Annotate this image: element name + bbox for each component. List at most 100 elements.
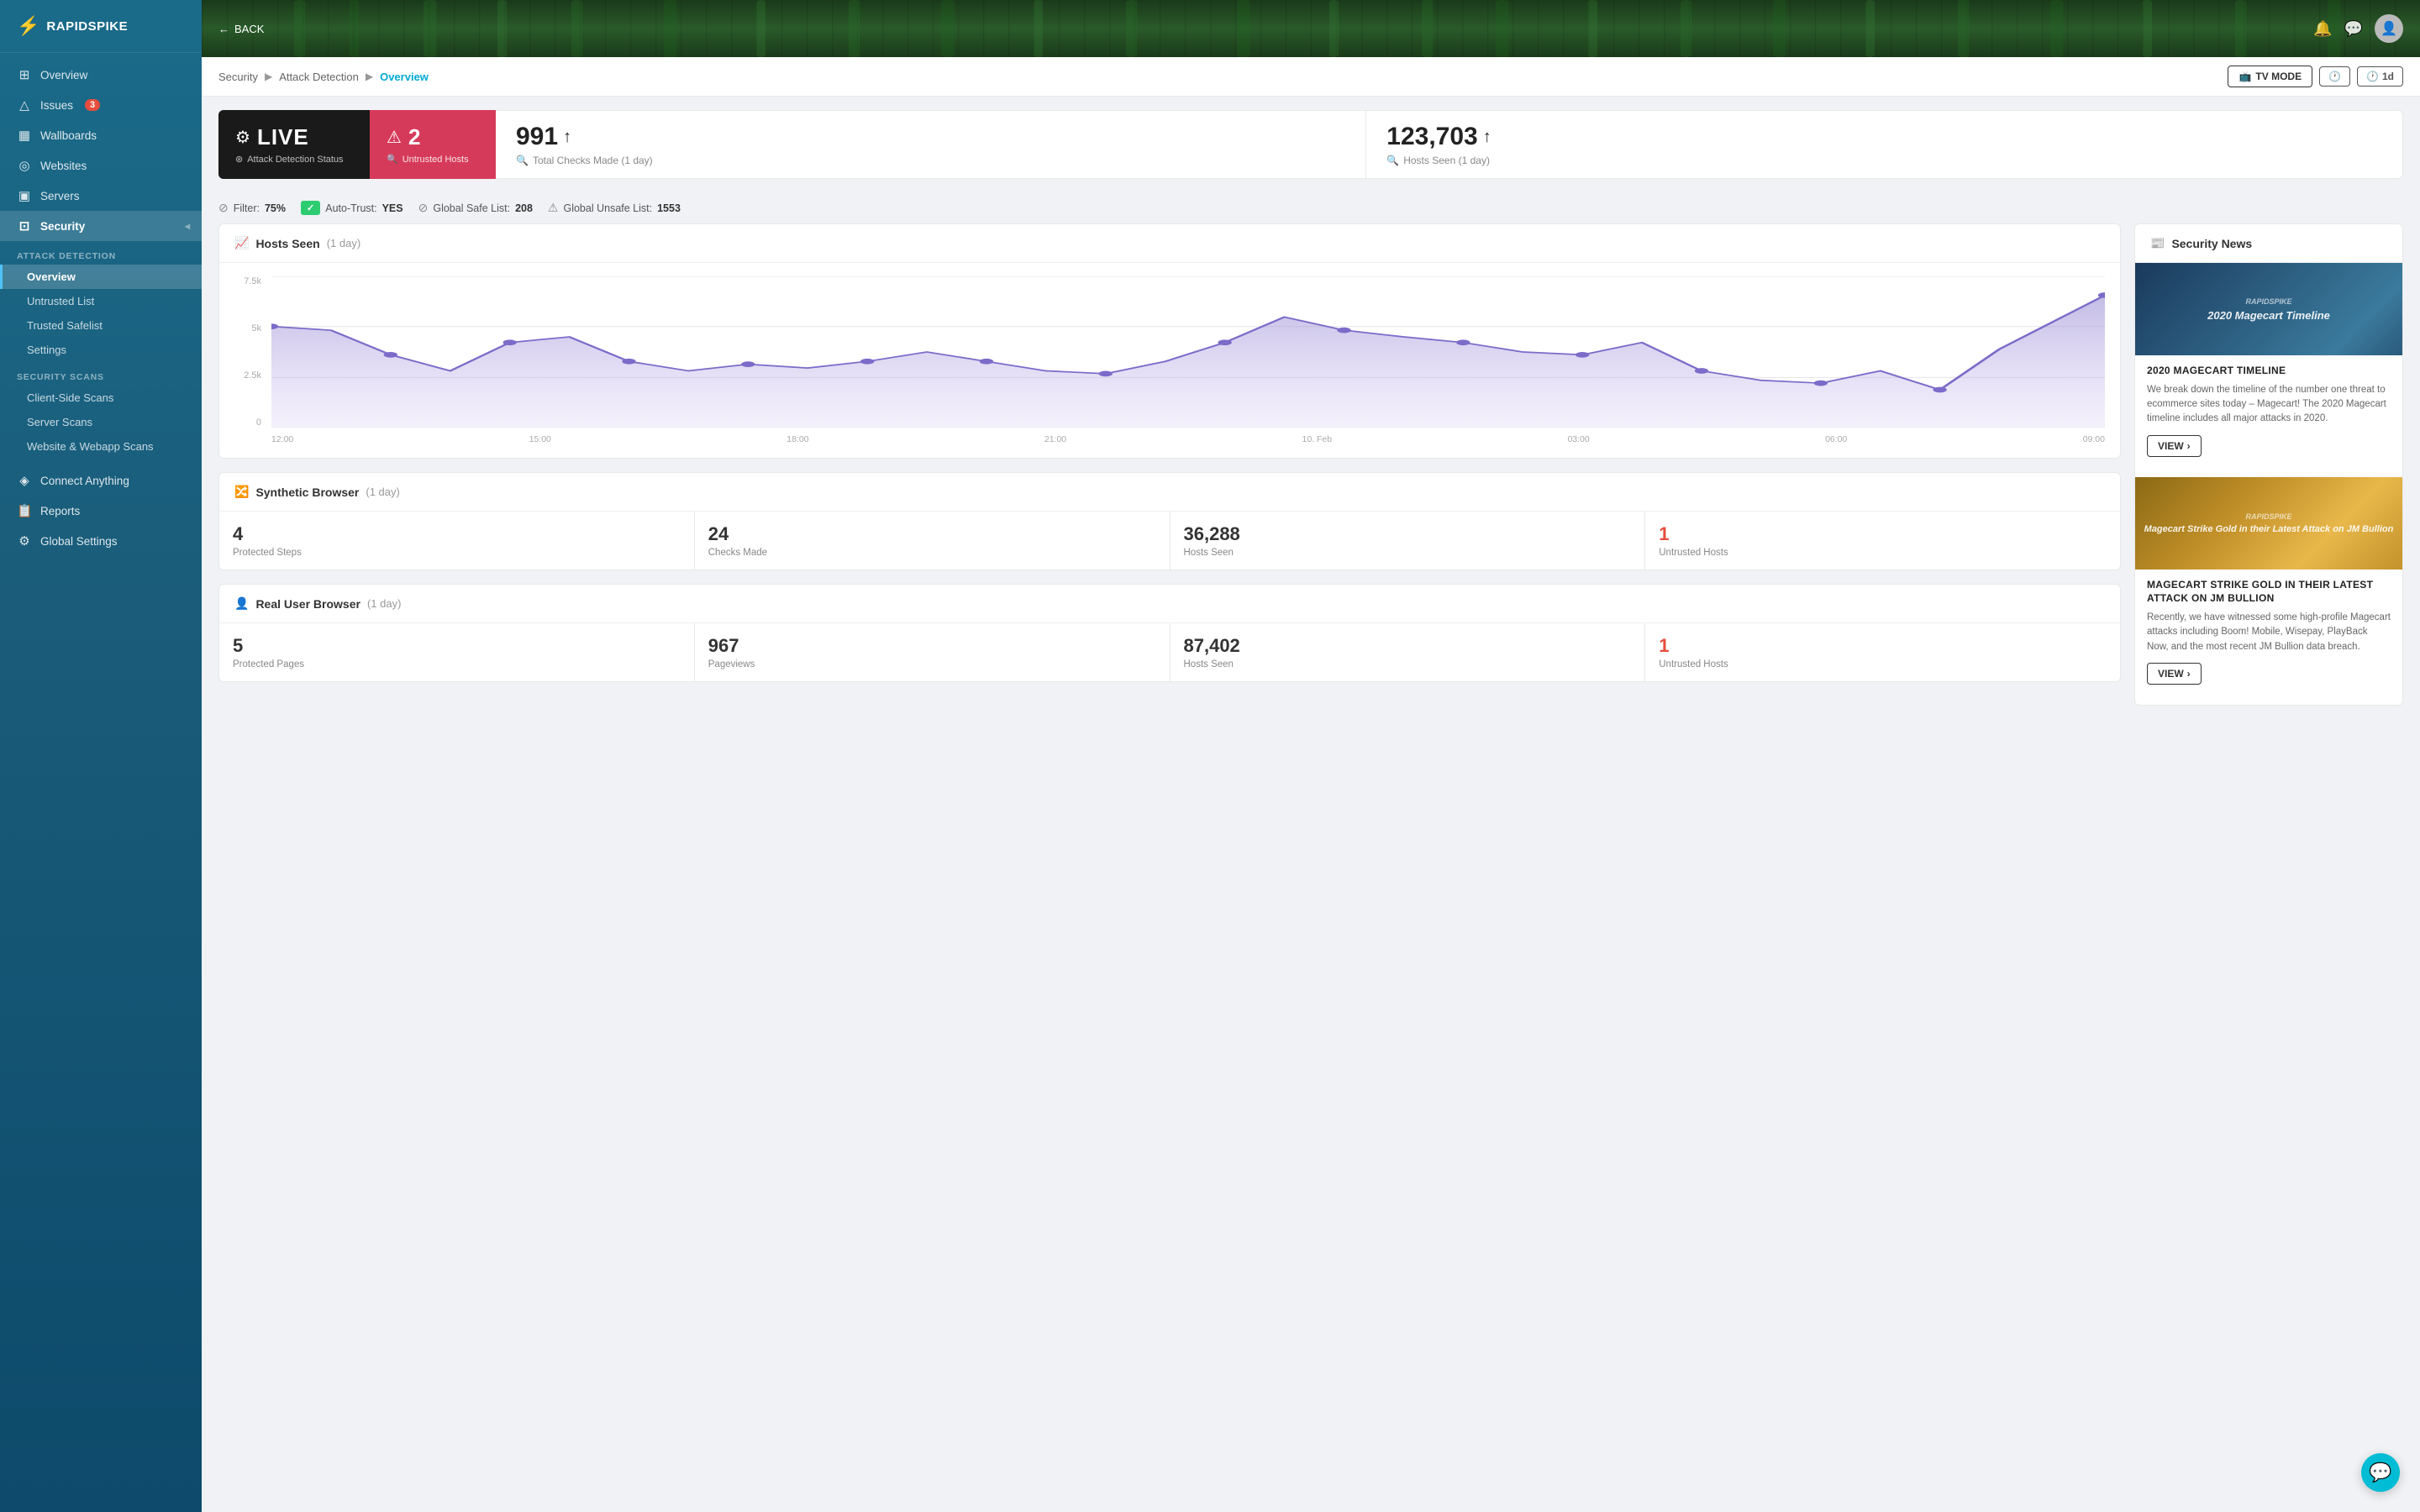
sidebar-item-global-settings[interactable]: ⚙ Global Settings [0,526,202,556]
sidebar-item-ss-server[interactable]: Server Scans [0,410,202,434]
view-label-1: VIEW [2158,440,2184,452]
sidebar-item-label: Issues [40,99,73,112]
search-icon-3: 🔍 [1386,155,1399,166]
rub-untrusted-label: Untrusted Hosts [1659,659,2107,669]
chart-icon: 📈 [234,236,249,250]
real-user-metrics-grid: 5 Protected Pages 967 Pageviews 87,402 H… [219,623,2120,681]
sidebar-item-ss-webapp[interactable]: Website & Webapp Scans [0,434,202,459]
view-article-1-button[interactable]: VIEW › [2147,435,2202,457]
chevron-left-icon: ◂ [185,220,190,232]
logo-text: RAPIDSPIKE [46,19,128,34]
sidebar-item-label: Wallboards [40,129,97,142]
servers-icon: ▣ [17,188,32,203]
chat-icon[interactable]: 💬 [2344,20,2363,38]
sidebar-item-issues[interactable]: △ Issues 3 [0,90,202,120]
synthetic-browser-header: 🔀 Synthetic Browser (1 day) [219,473,2120,512]
chart-yaxis: 7.5k 5k 2.5k 0 [234,276,268,444]
sidebar-item-label: Overview [40,69,87,81]
sidebar-item-reports[interactable]: 📋 Reports [0,496,202,526]
live-label: LIVE [257,124,309,150]
chart-container: 7.5k 5k 2.5k 0 [234,276,2105,444]
breadcrumb-attack-detection[interactable]: Attack Detection [279,71,359,83]
metric-protected-pages: 5 Protected Pages [219,623,694,681]
x-label-1500: 15:00 [529,434,551,444]
tv-icon: 📺 [2238,71,2251,82]
history-button[interactable]: 🕐 [2319,66,2350,87]
alert-sub-label: 🔍 Untrusted Hosts [387,154,479,165]
shield-icon: ⊛ [235,154,243,165]
time-range-button[interactable]: 🕐 1d [2357,66,2403,87]
user-avatar[interactable]: 👤 [2375,14,2403,43]
protected-steps-value: 4 [233,523,681,545]
hosts-seen-card: 123,703 ↑ 🔍 Hosts Seen (1 day) [1366,110,2403,179]
attack-detection-section-label: ATTACK DETECTION [0,241,202,265]
x-label-1800: 18:00 [786,434,808,444]
sidebar-item-ss-client[interactable]: Client-Side Scans [0,386,202,410]
real-user-period: (1 day) [367,597,401,610]
news-article-2: RAPIDSPIKE Magecart Strike Gold in their… [2135,477,2402,705]
news-title-1: 2020 MAGECART TIMELINE [2147,364,2391,378]
synth-untrusted-value: 1 [1659,523,2107,545]
back-button[interactable]: ← BACK [218,23,264,35]
breadcrumb-security[interactable]: Security [218,71,258,83]
notification-bell-icon[interactable]: 🔔 [2313,20,2332,38]
total-checks-value: 991 [516,123,558,151]
sidebar-nav: ⊞ Overview △ Issues 3 ▦ Wallboards ◎ Web… [0,53,202,1512]
news-desc-2: Recently, we have witnessed some high-pr… [2147,611,2391,654]
sidebar-item-label: Global Settings [40,535,118,548]
y-label-25k: 2.5k [234,370,261,381]
websites-icon: ◎ [17,158,32,173]
gear-icon: ⚙ [235,127,250,148]
search-icon: 🔍 [387,154,398,165]
live-status-card: ⚙ LIVE ⊛ Attack Detection Status [218,110,370,179]
global-settings-icon: ⚙ [17,533,32,549]
security-scans-section-label: SECURITY SCANS [0,362,202,386]
chevron-right-icon-2: › [2187,668,2191,680]
browser-icon: 🔀 [234,485,249,499]
safe-list-value: 208 [515,202,533,214]
auto-trust-item: ✓ Auto-Trust: YES [301,201,403,215]
sidebar-item-overview[interactable]: ⊞ Overview [0,60,202,90]
pageviews-label: Pageviews [708,659,1156,669]
warning-icon-2: ⚠ [548,201,559,215]
warning-icon: ⚠ [387,127,402,148]
sidebar-item-servers[interactable]: ▣ Servers [0,181,202,211]
filter-percent-item: ⊘ Filter: 75% [218,201,286,215]
chat-fab-button[interactable]: 💬 [2361,1453,2400,1492]
sidebar-item-websites[interactable]: ◎ Websites [0,150,202,181]
rub-hosts-seen-value: 87,402 [1184,635,1632,657]
x-label-10feb: 10. Feb [1302,434,1333,444]
sidebar-item-ad-untrusted[interactable]: Untrusted List [0,289,202,313]
banner-back-area: ← BACK [218,23,264,35]
wallboards-icon: ▦ [17,128,32,143]
view-article-2-button[interactable]: VIEW › [2147,663,2202,685]
sidebar-item-ad-settings[interactable]: Settings [0,338,202,362]
right-column: 📰 Security News RAPIDSPIKE 2020 Magecart… [2134,223,2403,706]
filter-value: 75% [265,202,286,214]
synthetic-period: (1 day) [366,486,399,498]
chart-svg-area [271,276,2105,428]
y-label-5k: 5k [234,323,261,333]
total-checks-card: 991 ↑ 🔍 Total Checks Made (1 day) [496,110,1366,179]
breadcrumb-overview: Overview [380,71,429,83]
issues-badge: 3 [85,99,100,111]
hosts-seen-label: Hosts Seen (1 day) [1403,155,1490,166]
chart-period: (1 day) [327,237,360,249]
protected-pages-value: 5 [233,635,681,657]
security-icon: ⊡ [17,218,32,234]
news-content-1: 2020 MAGECART TIMELINE We break down the… [2135,355,2402,465]
sidebar-item-ad-trusted[interactable]: Trusted Safelist [0,313,202,338]
unsafe-list-item: ⚠ Global Unsafe List: 1553 [548,201,681,215]
sidebar-item-connect[interactable]: ◈ Connect Anything [0,465,202,496]
tv-mode-button[interactable]: 📺 TV MODE [2228,66,2312,87]
filter-label: Filter: [234,202,260,214]
chart-body: 7.5k 5k 2.5k 0 [219,263,2120,458]
sidebar-item-wallboards[interactable]: ▦ Wallboards [0,120,202,150]
up-arrow-icon-2: ↑ [1483,128,1491,147]
back-label: BACK [234,23,264,35]
synth-untrusted-label: Untrusted Hosts [1659,548,2107,558]
sidebar-item-label: Security [40,220,85,233]
sidebar-item-ad-overview[interactable]: Overview [0,265,202,289]
sidebar-item-security[interactable]: ⊡ Security ◂ [0,211,202,241]
overview-icon: ⊞ [17,67,32,82]
